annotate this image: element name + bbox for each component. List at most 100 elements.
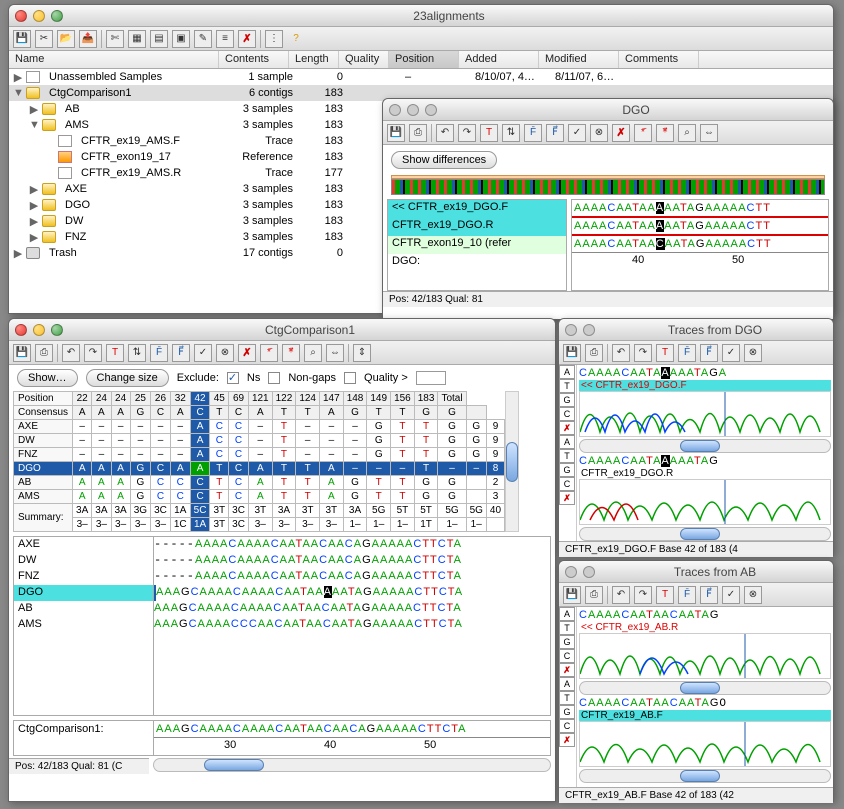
help-icon[interactable]: ?	[287, 30, 305, 48]
expand-icon[interactable]: ▶	[29, 231, 39, 244]
redo-icon[interactable]: ↷	[84, 344, 102, 362]
cancel-icon[interactable]: ⊗	[590, 124, 608, 142]
comparison-grid[interactable]: Position22242425263242456912112212414714…	[13, 391, 505, 532]
column-header-modified[interactable]: Modified	[539, 51, 619, 68]
sample-label[interactable]: DGO:	[388, 254, 566, 272]
expand-icon[interactable]: ▶	[29, 199, 39, 212]
base-toggle-C[interactable]: C	[559, 719, 575, 733]
vscroll-thumb[interactable]	[506, 442, 518, 482]
print-icon[interactable]: ⎙	[585, 344, 603, 362]
show-button[interactable]: Show…	[17, 369, 78, 387]
save-icon[interactable]: 💾	[13, 344, 31, 362]
show-differences-button[interactable]: Show differences	[391, 151, 497, 169]
next-icon[interactable]: F⃗	[700, 586, 718, 604]
base-toggle-A[interactable]: A	[559, 365, 575, 379]
delete-icon[interactable]: ✗	[612, 124, 630, 142]
base-toggle-G[interactable]: G	[559, 463, 575, 477]
expand-icon[interactable]: ⇔	[326, 344, 344, 362]
base-toggle-T[interactable]: T	[559, 379, 575, 393]
text-icon[interactable]: T	[656, 344, 674, 362]
sequence-view[interactable]: AAAACAATAAAAATAGAAAAACTT AAAACAATAAAAATA…	[571, 199, 829, 291]
column-header-contents[interactable]: Contents	[219, 51, 289, 68]
seq-alignment[interactable]: -----AAAACAAAACAATAACAACAGAAAAACTTCTA---…	[154, 537, 550, 715]
titlebar[interactable]: DGO	[383, 99, 833, 121]
titlebar[interactable]: Traces from DGO	[559, 319, 833, 341]
prev-icon[interactable]: F̄	[678, 586, 696, 604]
seq-row[interactable]: AAAGCAAAACAAAACAATAACAATAGAAAAACTTCTA	[154, 601, 550, 617]
expand-icon[interactable]: ▶	[29, 103, 39, 116]
hscroll[interactable]	[579, 439, 831, 453]
seq-row-label[interactable]: AMS	[14, 617, 153, 633]
trace-chromatogram[interactable]	[579, 721, 831, 767]
seq-row-label[interactable]: AXE	[14, 537, 153, 553]
tree-row[interactable]: ▶ Unassembled Samples 1 sample 0 – 8/10/…	[9, 69, 833, 85]
cancel-icon[interactable]: ⊗	[744, 586, 762, 604]
column-header-name[interactable]: Name	[9, 51, 219, 68]
cut-icon[interactable]: ✄	[106, 30, 124, 48]
base-toggle-A[interactable]: A	[559, 607, 575, 621]
expand-icon[interactable]: ▼	[13, 87, 23, 99]
seq-icon[interactable]: ≡	[216, 30, 234, 48]
export-icon[interactable]: 📤	[79, 30, 97, 48]
zoom-icon[interactable]	[51, 324, 63, 336]
column-header-quality[interactable]: Quality	[339, 51, 389, 68]
clear-icon[interactable]: ✗	[559, 663, 575, 677]
find-icon[interactable]: ⌕	[304, 344, 322, 362]
prev-icon[interactable]: F̄	[150, 344, 168, 362]
edit-icon[interactable]: ✎	[194, 30, 212, 48]
close-icon[interactable]	[389, 104, 401, 116]
seq-row[interactable]: AAAGCAAAACCCAACAATAACAATAGAAAAACTTCTA	[154, 617, 550, 633]
base-toggle-G[interactable]: G	[559, 705, 575, 719]
base-toggle-T[interactable]: T	[559, 691, 575, 705]
redo-icon[interactable]: ↷	[634, 344, 652, 362]
quality-input[interactable]	[416, 371, 446, 385]
column-header-added[interactable]: Added	[459, 51, 539, 68]
minimize-icon[interactable]	[583, 566, 595, 578]
overview-barcode[interactable]	[391, 179, 825, 195]
print-icon[interactable]: ⎙	[35, 344, 53, 362]
check-icon[interactable]: ✓	[194, 344, 212, 362]
text-icon[interactable]: T	[480, 124, 498, 142]
delete-icon[interactable]: ✗	[238, 344, 256, 362]
delete-icon[interactable]: ✗	[238, 30, 256, 48]
minimize-icon[interactable]	[33, 10, 45, 22]
next-icon[interactable]: F⃗	[172, 344, 190, 362]
list-icon[interactable]: ⋮	[265, 30, 283, 48]
tool-icon[interactable]: ✂	[35, 30, 53, 48]
minimize-icon[interactable]	[407, 104, 419, 116]
base-toggle-A[interactable]: A	[559, 435, 575, 449]
base-toggle-G[interactable]: G	[559, 635, 575, 649]
base-toggle-C[interactable]: C	[559, 477, 575, 491]
print-icon[interactable]: ⎙	[585, 586, 603, 604]
undo-icon[interactable]: ↶	[436, 124, 454, 142]
sample-label[interactable]: << CFTR_ex19_DGO.F	[388, 200, 566, 218]
sample-label[interactable]: CFTR_exon19_10 (refer	[388, 236, 566, 254]
seq-row-label[interactable]: AB	[14, 601, 153, 617]
seq-row-label[interactable]: FNZ	[14, 569, 153, 585]
expand-icon[interactable]: ⇔	[700, 124, 718, 142]
expand-icon[interactable]: ▼	[29, 119, 39, 131]
close-icon[interactable]	[15, 324, 27, 336]
next-blue-icon[interactable]: F⃗	[546, 124, 564, 142]
titlebar[interactable]: Traces from AB	[559, 561, 833, 583]
close-icon[interactable]	[565, 324, 577, 336]
star-prev-icon[interactable]: *̄	[634, 124, 652, 142]
import-icon[interactable]: 📂	[57, 30, 75, 48]
check-icon[interactable]: ✓	[568, 124, 586, 142]
trace-chromatogram[interactable]	[579, 391, 831, 437]
find-icon[interactable]: ⌕	[678, 124, 696, 142]
base-toggle-C[interactable]: C	[559, 649, 575, 663]
collapse-icon[interactable]: ⇕	[353, 344, 371, 362]
hscroll[interactable]	[579, 769, 831, 783]
cancel-icon[interactable]: ⊗	[216, 344, 234, 362]
titlebar[interactable]: CtgComparison1	[9, 319, 555, 341]
trace-chromatogram[interactable]	[579, 633, 831, 679]
save-icon[interactable]: 💾	[387, 124, 405, 142]
save-icon[interactable]: 💾	[563, 586, 581, 604]
check-icon[interactable]: ✓	[722, 344, 740, 362]
hscroll[interactable]	[153, 758, 551, 772]
undo-icon[interactable]: ↶	[62, 344, 80, 362]
check-icon[interactable]: ✓	[722, 586, 740, 604]
undo-icon[interactable]: ↶	[612, 586, 630, 604]
expand-icon[interactable]: ▶	[13, 247, 23, 260]
